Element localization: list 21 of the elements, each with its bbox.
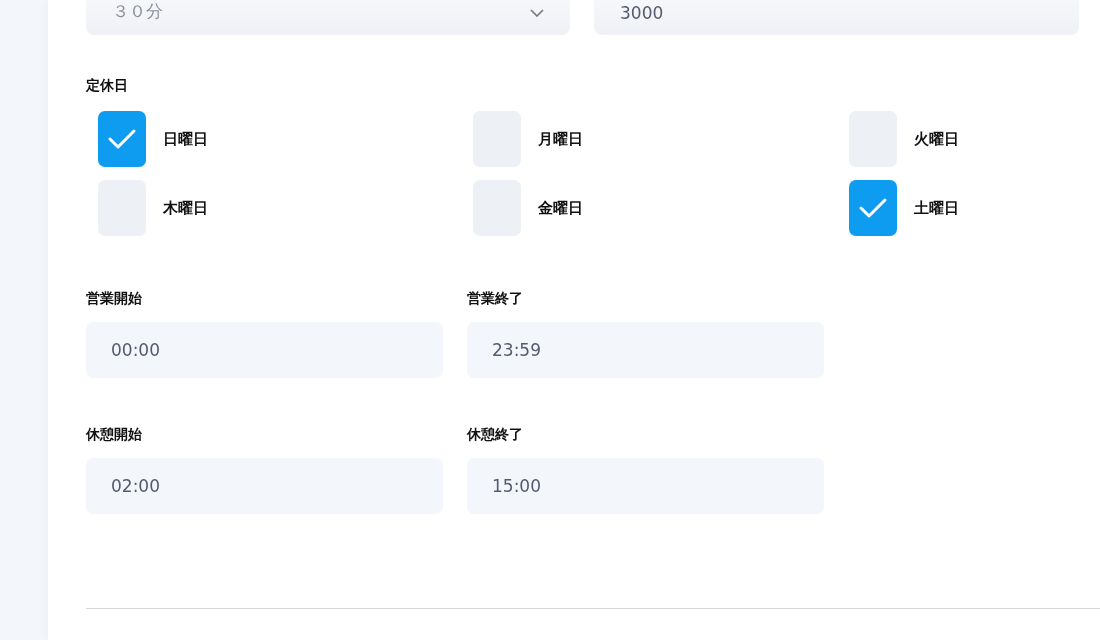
- check-icon: [858, 196, 888, 220]
- field-label: 定休日: [86, 77, 129, 95]
- input-field[interactable]: 3000: [594, 0, 1079, 35]
- field-label: 営業終了: [467, 290, 524, 308]
- time-field[interactable]: 23:59: [467, 322, 824, 378]
- time-field[interactable]: 15:00: [467, 458, 824, 514]
- checkbox-label: 月曜日: [538, 129, 583, 149]
- time-field[interactable]: 00:00: [86, 322, 443, 378]
- checkbox-label: 土曜日: [914, 198, 959, 218]
- checkbox-label: 金曜日: [538, 198, 583, 218]
- field-label: 休憩開始: [86, 426, 143, 444]
- checkbox-label: 日曜日: [163, 129, 208, 149]
- checkbox-label: 木曜日: [163, 198, 208, 218]
- checkbox[interactable]: [849, 180, 897, 236]
- field-label: 休憩終了: [467, 426, 524, 444]
- field-label: 営業開始: [86, 290, 143, 308]
- checkbox-label: 火曜日: [914, 129, 959, 149]
- check-icon: [107, 127, 137, 151]
- time-field[interactable]: 02:00: [86, 458, 443, 514]
- checkbox[interactable]: [98, 111, 146, 167]
- chevron-down-icon: [530, 9, 544, 17]
